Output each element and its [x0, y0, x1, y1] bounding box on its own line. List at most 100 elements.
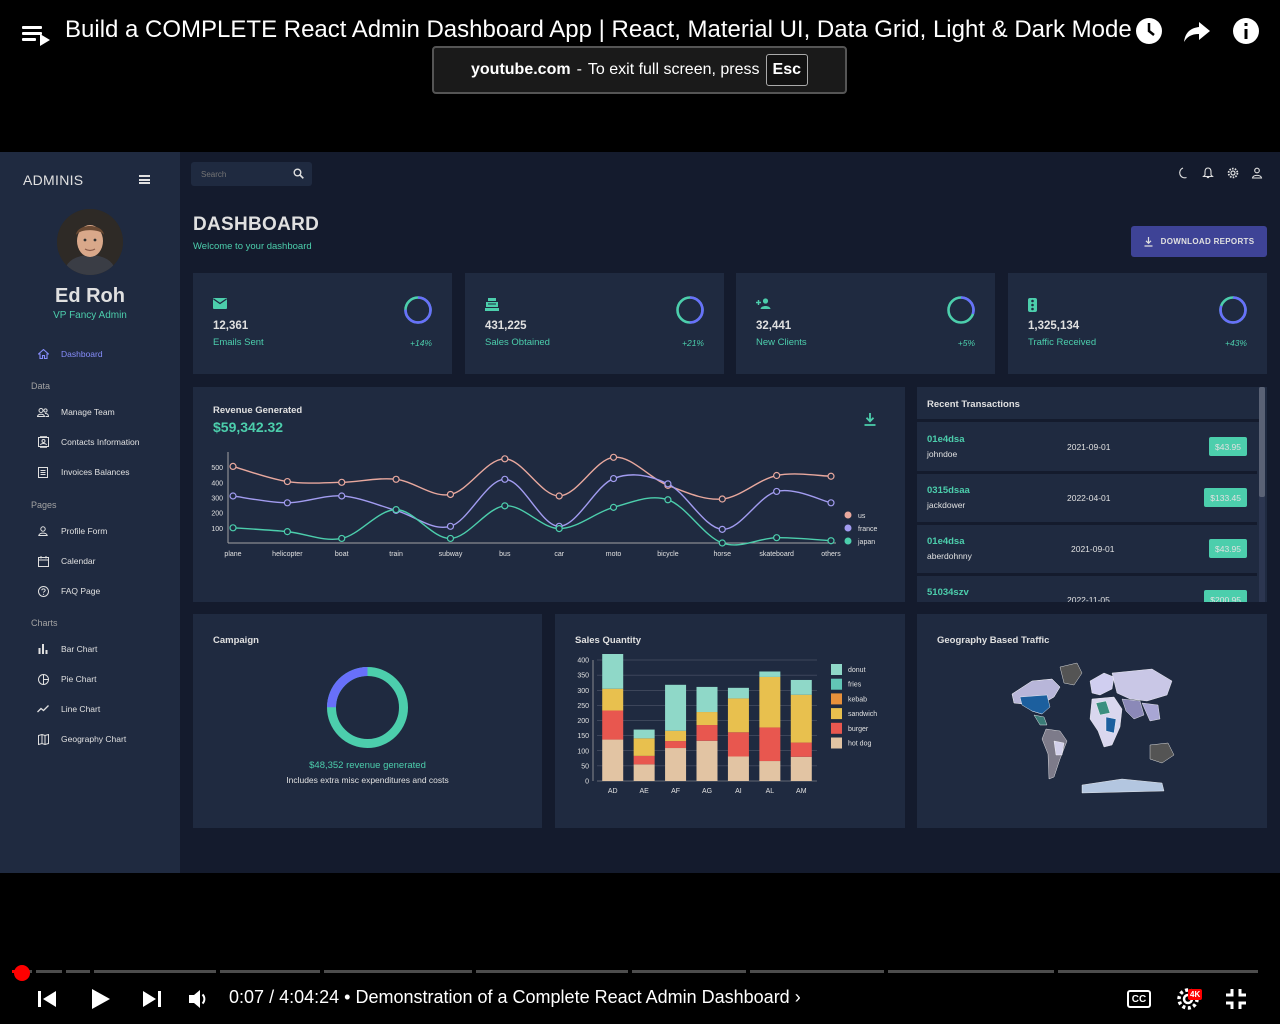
- bar-segment-burger: [727, 732, 749, 757]
- legend-label: donut: [848, 667, 866, 674]
- bar-segment-sandwich: [790, 694, 812, 743]
- receipt-icon: [36, 466, 50, 478]
- sidebar-item-faq[interactable]: FAQ Page: [36, 583, 100, 599]
- data-point-us: [718, 495, 726, 503]
- progress-ring: [404, 296, 432, 324]
- progress-ring: [1219, 296, 1247, 324]
- bar-segment-donut: [665, 684, 687, 731]
- legend-label: japan: [857, 539, 875, 546]
- data-point-us: [229, 462, 237, 471]
- data-point-france: [446, 522, 455, 530]
- scrollbar-thumb[interactable]: [1259, 387, 1265, 497]
- y-tick-label: 100: [211, 526, 223, 533]
- transaction-user: jackdower: [927, 500, 966, 510]
- stat-value: 431,225: [485, 320, 527, 332]
- revenue-title: Revenue Generated: [213, 405, 303, 416]
- sidebar-item-label: FAQ Page: [61, 586, 101, 596]
- email-icon: [213, 298, 227, 309]
- bar-segment-hot-dog: [790, 756, 812, 781]
- data-point-us: [446, 490, 455, 499]
- page-title: DASHBOARD: [193, 214, 320, 235]
- sidebar-item-line-chart[interactable]: Line Chart: [36, 701, 100, 717]
- transaction-row: 51034szv 2022-11-05 $200.95: [917, 578, 1257, 602]
- sidebar-item-label: Manage Team: [61, 407, 115, 417]
- bar-segment-hot-dog: [696, 740, 718, 781]
- download-reports-button[interactable]: DOWNLOAD REPORTS: [1131, 226, 1267, 257]
- bar-segment-donut: [633, 729, 655, 739]
- timeline-icon: [36, 703, 50, 715]
- x-tick-label: AI: [735, 788, 742, 794]
- home-icon: [36, 348, 50, 360]
- play-icon[interactable]: [88, 985, 112, 1013]
- captions-button[interactable]: CC: [1127, 990, 1151, 1008]
- exit-fullscreen-icon[interactable]: [1224, 985, 1248, 1013]
- sidebar-item-dashboard[interactable]: Dashboard: [36, 346, 103, 362]
- share-icon[interactable]: [1183, 17, 1211, 45]
- transaction-cost: $43.95: [1209, 437, 1247, 456]
- data-point-france: [338, 492, 346, 500]
- playlist-menu-icon[interactable]: [22, 20, 50, 46]
- profile-icon[interactable]: [1251, 167, 1263, 179]
- x-tick-label: subway: [439, 551, 463, 558]
- info-icon[interactable]: [1232, 17, 1260, 45]
- next-icon[interactable]: [141, 985, 163, 1013]
- sidebar-item-manage-team[interactable]: Manage Team: [36, 404, 115, 420]
- dark-mode-icon[interactable]: [1178, 167, 1190, 179]
- watch-later-icon[interactable]: [1135, 17, 1163, 45]
- stat-label: Sales Obtained: [485, 337, 550, 348]
- campaign-title: Campaign: [213, 635, 259, 646]
- sidebar-item-bar-chart[interactable]: Bar Chart: [36, 641, 97, 657]
- transaction-id: 01e4dsa: [927, 536, 965, 547]
- x-tick-label: boat: [335, 551, 349, 558]
- stat-label: Traffic Received: [1028, 337, 1097, 348]
- legend-marker-us: [844, 511, 852, 519]
- sidebar-item-pie-chart[interactable]: Pie Chart: [36, 671, 96, 687]
- data-point-japan: [664, 496, 672, 504]
- stat-box-sales: 431,225 Sales Obtained +21%: [465, 273, 724, 374]
- data-point-france: [283, 499, 291, 507]
- notifications-icon[interactable]: [1202, 167, 1214, 179]
- y-tick-label: 400: [577, 658, 589, 665]
- sidebar-item-invoices[interactable]: Invoices Balances: [36, 464, 130, 480]
- legend-marker: [831, 664, 842, 675]
- data-point-us: [827, 472, 835, 480]
- scrubber-handle[interactable]: [14, 965, 30, 981]
- sidebar-item-contacts[interactable]: Contacts Information: [36, 434, 139, 450]
- revenue-value: $59,342.32: [213, 419, 284, 435]
- transaction-cost: $133.45: [1204, 488, 1247, 507]
- transaction-user: johndoe: [927, 449, 958, 459]
- bar-segment-donut: [727, 687, 749, 699]
- person-add-icon: [756, 298, 771, 309]
- data-point-france: [664, 480, 672, 488]
- video-title[interactable]: Build a COMPLETE React Admin Dashboard A…: [65, 16, 1132, 44]
- stat-increase: +43%: [1225, 338, 1247, 348]
- previous-icon[interactable]: [36, 985, 58, 1013]
- admin-dashboard-frame: ADMINIS Ed Roh VP Fancy Admin Dashboard …: [0, 152, 1280, 873]
- legend-marker: [831, 722, 842, 734]
- transaction-cost: $200.95: [1204, 590, 1247, 602]
- volume-icon[interactable]: [187, 985, 209, 1013]
- y-tick-label: 300: [211, 496, 223, 503]
- sidebar-item-profile-form[interactable]: Profile Form: [36, 523, 107, 539]
- download-icon[interactable]: [864, 413, 876, 426]
- transaction-date: 2021-09-01: [1067, 442, 1111, 452]
- sidebar: ADMINIS Ed Roh VP Fancy Admin Dashboard …: [0, 152, 180, 873]
- data-point-france: [827, 499, 835, 507]
- search-input[interactable]: [191, 162, 291, 186]
- progress-bar[interactable]: [12, 970, 1268, 973]
- bar-segment-hot-dog: [759, 761, 781, 781]
- campaign-note: Includes extra misc expenditures and cos…: [286, 775, 449, 785]
- transaction-date: 2022-11-05: [1067, 595, 1110, 602]
- sidebar-item-geography-chart[interactable]: Geography Chart: [36, 731, 126, 747]
- settings-icon[interactable]: [1227, 167, 1239, 179]
- y-tick-label: 250: [577, 703, 589, 710]
- search-icon[interactable]: [293, 168, 304, 179]
- scrollbar[interactable]: [1259, 387, 1265, 602]
- collapse-menu-icon[interactable]: [139, 175, 150, 184]
- quality-badge: 4K: [1188, 989, 1203, 1000]
- chapter-title[interactable]: Demonstration of a Complete React Admin …: [355, 987, 789, 1007]
- sidebar-item-label: Dashboard: [61, 349, 103, 359]
- section-data: Data: [31, 381, 51, 391]
- data-point-france: [609, 474, 618, 483]
- sidebar-item-calendar[interactable]: Calendar: [36, 553, 96, 569]
